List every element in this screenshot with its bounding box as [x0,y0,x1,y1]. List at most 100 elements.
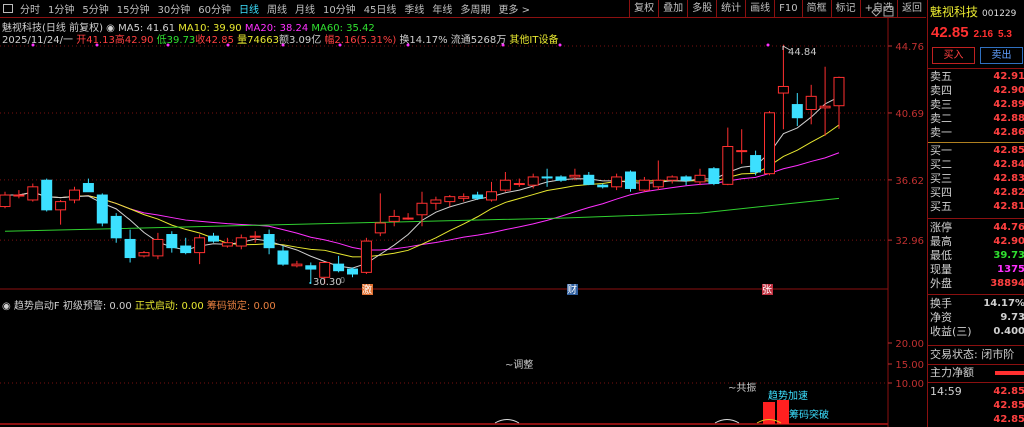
candle-body [347,268,358,275]
candle-body [416,202,428,216]
kline-chart[interactable]: 44.76 40.69 36.62 32.96 20.00 15.00 10.00 30.30… [0,0,926,427]
candle [194,234,206,265]
event-dot [406,43,410,47]
candle-body [82,183,94,193]
candle-body [152,238,164,257]
candle [291,260,303,268]
candle-body [444,196,456,203]
event-dot [338,43,342,47]
row-value: 42.82 [993,187,1024,198]
candle-body [541,176,553,179]
quote-row: 最低 39.73 [930,249,1024,263]
candle [555,175,567,182]
candle-body [291,263,303,267]
candle [722,127,734,186]
candle [513,178,525,187]
candle [69,186,80,204]
signal-bar [777,400,789,424]
diamond-icon [871,7,881,17]
candle [138,250,150,258]
indicator-tick: 20.00 [895,339,924,350]
indicator-tick: 10.00 [895,379,924,390]
candle-body [27,186,39,201]
row-value: 42.90 [993,236,1024,247]
candle-body [750,155,762,173]
sell-button[interactable]: 卖出 [980,47,1023,64]
candle [249,231,261,243]
indicator-header: ◉ 趋势启动F 初级预警: 0.00 正式启动: 0.00 筹码锁定: 0.00 [2,297,276,312]
indicator-name[interactable]: 趋势启动F [14,301,60,312]
accel-label: 趋势加速 [768,389,808,402]
quote-row: 卖四 42.90 [930,84,1024,98]
candle-body [611,176,623,188]
flow-bar [995,371,1024,375]
event-dot [766,43,770,47]
last-price: 42.85 2.16 5.3 [931,24,1012,41]
indicator-start: 正式启动: 0.00 [134,301,204,312]
price-tick: 44.76 [895,42,924,53]
candle-body [486,191,497,201]
event-dot [31,43,35,47]
divider [928,218,1024,219]
row-value: 42.86 [993,127,1024,138]
wave-arc [714,419,740,424]
quote-row: 14:59 42.85 [930,385,1024,399]
row-value: 38894 [990,278,1024,289]
quote-row: 卖二 42.88 [930,112,1024,126]
row-value: 39.73 [993,250,1024,261]
candle [388,209,400,227]
quote-row: 42.85 [930,399,1024,413]
row-label: 卖三 [930,98,952,111]
divider [928,364,1024,365]
candle-body [194,237,206,254]
main-flow[interactable]: 主力净额 [930,366,1024,380]
candle-body [208,235,219,242]
candle-body [374,222,386,234]
candle-body [124,238,136,259]
row-label: 卖五 [930,70,952,83]
candle-body [625,171,636,189]
row-label: 卖一 [930,126,952,139]
price-tick: 36.62 [895,176,924,187]
candle-body [319,261,331,278]
adjust-label: ~调整 [505,358,533,371]
candle [666,175,678,184]
signal-bar [763,402,775,424]
quote-row: 卖一 42.86 [930,126,1024,140]
quote-row: 买五 42.81 [930,200,1024,214]
candle [110,213,122,243]
row-label: 买一 [930,144,952,157]
buy-button[interactable]: 买入 [932,47,975,64]
trade-status: 交易状态: 闭市阶 [930,348,1024,362]
row-label: 最高 [930,235,952,248]
candle [166,231,178,253]
quote-row: 最高 42.90 [930,235,1024,249]
candle-body [777,85,789,94]
divider [928,294,1024,295]
row-value: 44.76 [993,222,1024,233]
candle [96,193,108,227]
dropdown-icon[interactable]: ◉ [2,301,11,312]
candle [347,267,358,278]
candle [777,44,789,130]
candle [694,168,706,186]
quote-panel: 魅视科技 001229 42.85 2.16 5.3 买入 卖出 卖五 42.91 卖四 4… [927,0,1024,427]
event-dot [558,43,562,47]
row-value: 42.85 [993,414,1024,425]
candle [625,170,636,192]
candle [652,160,664,191]
row-value: 42.90 [993,85,1024,96]
candle-body [13,194,25,197]
candle [277,246,289,266]
resonance-label: ~共振 [728,381,756,394]
candle-body [41,179,53,211]
candle-body [430,199,442,204]
candle-body [166,234,178,249]
divider [928,382,1024,383]
candle-body [96,194,108,224]
row-label: 买四 [930,186,952,199]
price-tick: 40.69 [895,109,924,120]
low-label: 30.30 [313,277,342,288]
row-label: 最低 [930,249,952,262]
candle-body [180,245,192,254]
